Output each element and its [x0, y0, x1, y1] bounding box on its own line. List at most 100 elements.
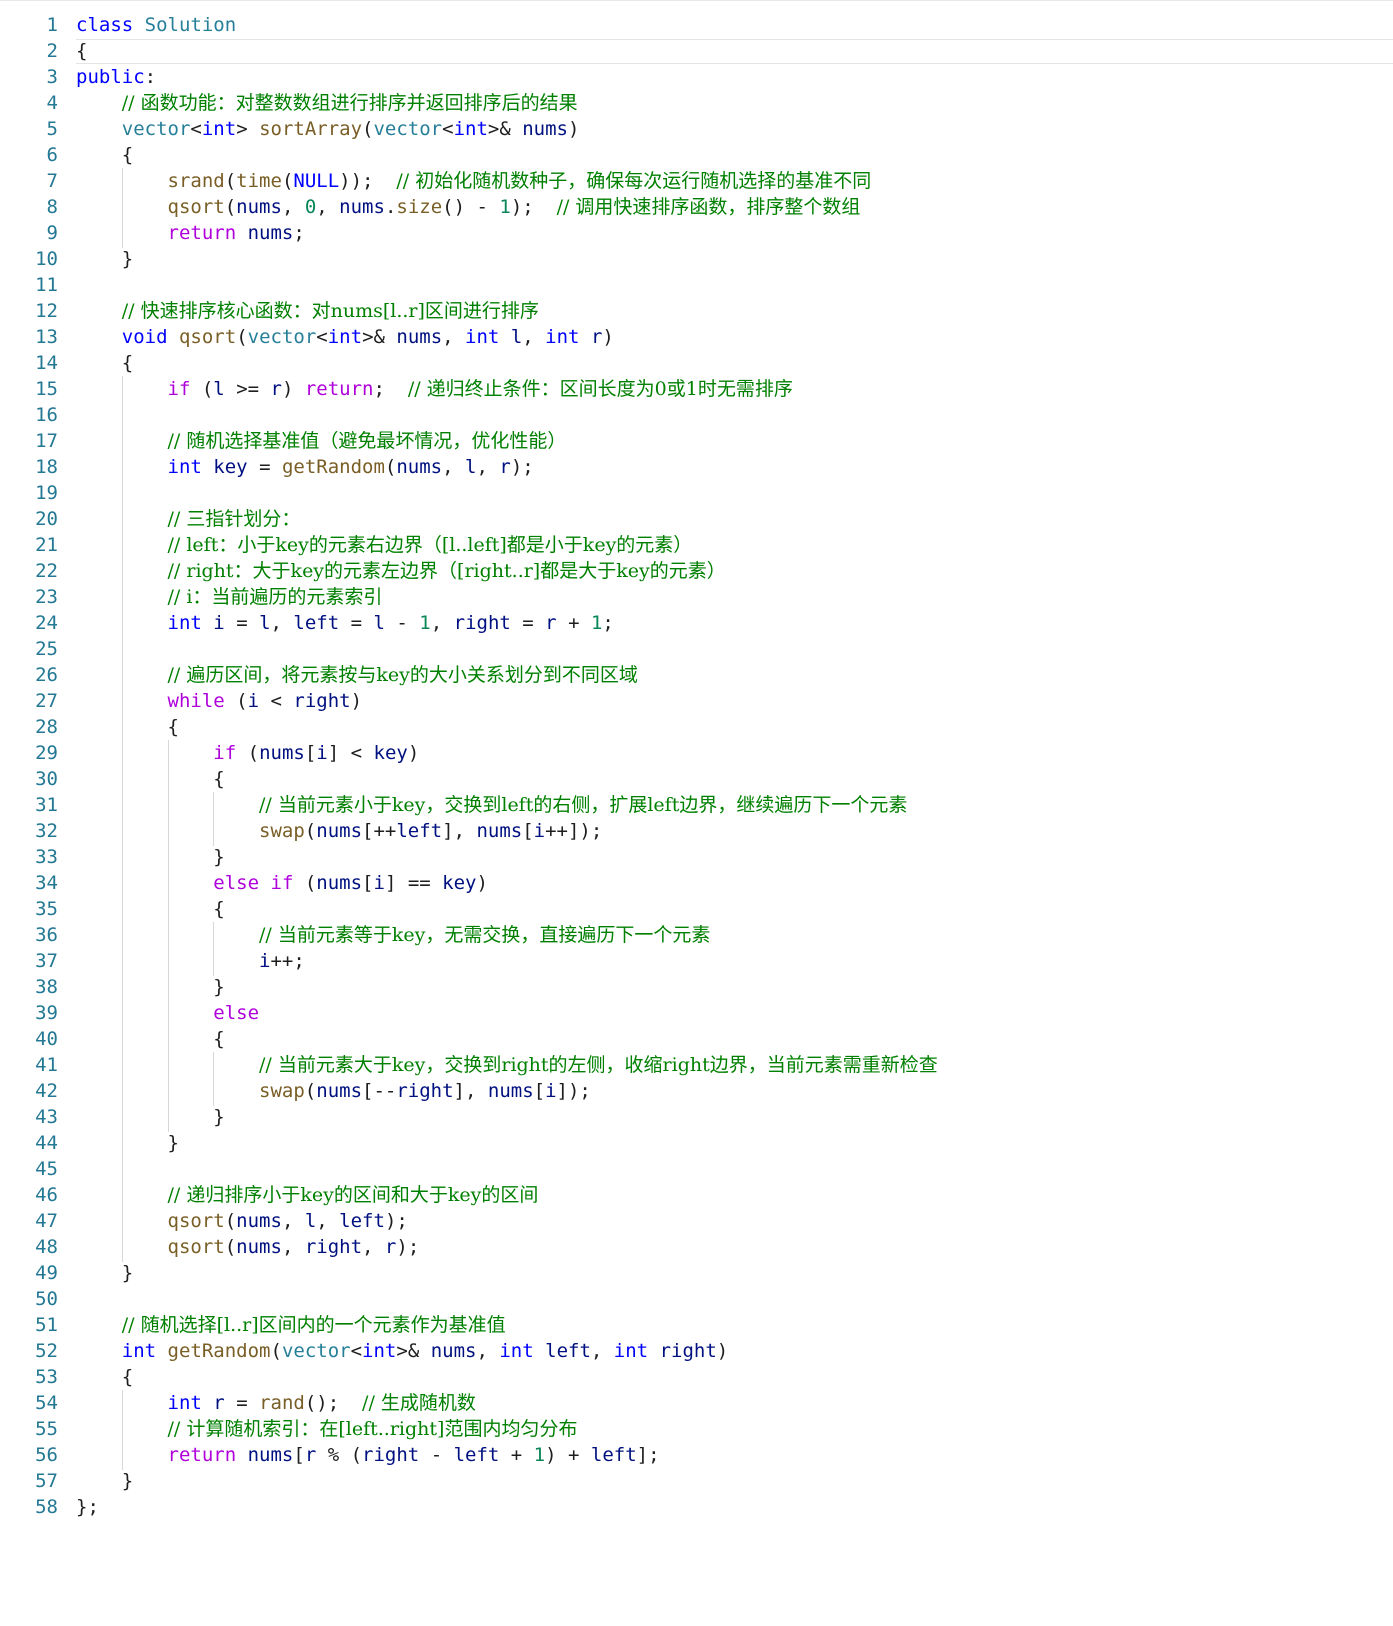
- keyword-token: public: [76, 66, 145, 88]
- code-line[interactable]: 16: [0, 402, 1393, 429]
- code-line[interactable]: 14 {: [0, 350, 1393, 377]
- code-line[interactable]: 2{: [0, 38, 1393, 65]
- code-line[interactable]: 9 return nums;: [0, 220, 1393, 247]
- code-line[interactable]: 44 }: [0, 1130, 1393, 1157]
- code-line[interactable]: 21 // left：小于key的元素右边界（[l..left]都是小于key的…: [0, 532, 1393, 559]
- code-line[interactable]: 43 }: [0, 1104, 1393, 1131]
- code-line[interactable]: 8 qsort(nums, 0, nums.size() - 1); // 调用…: [0, 194, 1393, 221]
- punctuation-token: [76, 300, 122, 322]
- line-number: 38: [35, 976, 58, 998]
- punctuation-token: ();: [304, 1392, 363, 1414]
- punctuation-token: =: [510, 612, 546, 634]
- code-line[interactable]: 19: [0, 480, 1393, 507]
- code-line[interactable]: 41 // 当前元素大于key，交换到right的左侧，收缩right边界，当前…: [0, 1052, 1393, 1079]
- code-line[interactable]: 3 public:: [0, 64, 1393, 91]
- punctuation-token: ,: [281, 1236, 305, 1258]
- code-line[interactable]: 27 while (i < right): [0, 688, 1393, 715]
- code-line[interactable]: 52 int getRandom(vector<int>& nums, int …: [0, 1338, 1393, 1365]
- code-line[interactable]: 23 // i：当前遍历的元素索引: [0, 584, 1393, 611]
- code-line[interactable]: 17 // 随机选择基准值（避免最坏情况，优化性能）: [0, 428, 1393, 455]
- punctuation-token: ,: [430, 612, 454, 634]
- punctuation-token: [76, 586, 168, 608]
- code-line[interactable]: 4 // 函数功能：对整数数组进行排序并返回排序后的结果: [0, 90, 1393, 117]
- code-line[interactable]: 45: [0, 1156, 1393, 1183]
- punctuation-token: [259, 872, 270, 894]
- code-line[interactable]: 31 // 当前元素小于key，交换到left的右侧，扩展left边界，继续遍历…: [0, 792, 1393, 819]
- code-line[interactable]: 24 int i = l, left = l - 1, right = r + …: [0, 610, 1393, 637]
- punctuation-token: ));: [339, 170, 397, 192]
- code-line[interactable]: 11: [0, 272, 1393, 299]
- code-line[interactable]: 54 int r = rand(); // 生成随机数: [0, 1390, 1393, 1417]
- code-line[interactable]: 38 }: [0, 974, 1393, 1001]
- code-line[interactable]: 48 qsort(nums, right, r);: [0, 1234, 1393, 1261]
- line-number: 12: [35, 300, 58, 322]
- line-number: 40: [35, 1028, 58, 1050]
- line-number: 4: [46, 92, 58, 114]
- code-line[interactable]: 35 {: [0, 896, 1393, 923]
- code-line[interactable]: 58};: [0, 1494, 1393, 1521]
- line-number: 48: [35, 1236, 58, 1258]
- code-line[interactable]: 30 {: [0, 766, 1393, 793]
- code-line[interactable]: 51 // 随机选择[l..r]区间内的一个元素作为基准值: [0, 1312, 1393, 1339]
- punctuation-token: [76, 326, 122, 348]
- code-line[interactable]: 46 // 递归排序小于key的区间和大于key的区间: [0, 1182, 1393, 1209]
- punctuation-token: ): [568, 118, 580, 140]
- code-text: // 递归排序小于key的区间和大于key的区间: [76, 1182, 539, 1209]
- identifier-token: nums: [316, 820, 363, 842]
- punctuation-token: [76, 664, 168, 686]
- line-number: 41: [35, 1054, 58, 1076]
- code-line[interactable]: 42 swap(nums[--right], nums[i]);: [0, 1078, 1393, 1105]
- line-number: 6: [46, 144, 58, 166]
- code-line[interactable]: 55 // 计算随机索引：在[left..right]范围内均匀分布: [0, 1416, 1393, 1443]
- code-line[interactable]: 20 // 三指针划分：: [0, 506, 1393, 533]
- code-line[interactable]: 18 int key = getRandom(nums, l, r);: [0, 454, 1393, 481]
- line-number: 44: [35, 1132, 58, 1154]
- code-editor[interactable]: 1 class Solution 2{3 public: 4 // 函数功能：对整数数组…: [0, 0, 1393, 1626]
- code-line[interactable]: 36 // 当前元素等于key，无需交换，直接遍历下一个元素: [0, 922, 1393, 949]
- code-line[interactable]: 5 vector<int> sortArray(vector<int>& num…: [0, 116, 1393, 143]
- code-line[interactable]: 49 }: [0, 1260, 1393, 1287]
- punctuation-token: +: [556, 612, 591, 634]
- code-line[interactable]: 26 // 遍历区间，将元素按与key的大小关系划分到不同区域: [0, 662, 1393, 689]
- code-line[interactable]: 7 srand(time(NULL)); // 初始化随机数种子，确保每次运行随…: [0, 168, 1393, 195]
- code-line[interactable]: 28 {: [0, 714, 1393, 741]
- control-keyword-token: if: [270, 872, 294, 894]
- identifier-token: nums: [396, 456, 443, 478]
- code-line[interactable]: 6 {: [0, 142, 1393, 169]
- code-line[interactable]: 53 {: [0, 1364, 1393, 1391]
- code-line[interactable]: 40 {: [0, 1026, 1393, 1053]
- code-line[interactable]: 1 class Solution: [0, 12, 1393, 39]
- code-line[interactable]: 12 // 快速排序核心函数：对nums[l..r]区间进行排序: [0, 298, 1393, 325]
- code-line[interactable]: 25: [0, 636, 1393, 663]
- code-line[interactable]: 50: [0, 1286, 1393, 1313]
- punctuation-token: [--: [362, 1080, 397, 1102]
- code-line[interactable]: 32 swap(nums[++left], nums[i++]);: [0, 818, 1393, 845]
- identifier-token: nums: [396, 326, 443, 348]
- code-text: // 随机选择[l..r]区间内的一个元素作为基准值: [76, 1312, 506, 1339]
- code-text: public:: [76, 64, 156, 91]
- code-line[interactable]: 37 i++;: [0, 948, 1393, 975]
- code-text: }: [76, 1130, 179, 1157]
- code-line[interactable]: 34 else if (nums[i] == key): [0, 870, 1393, 897]
- punctuation-token: );: [384, 1210, 408, 1232]
- code-line[interactable]: 22 // right：大于key的元素左边界（[right..r]都是大于ke…: [0, 558, 1393, 585]
- code-line[interactable]: 33 }: [0, 844, 1393, 871]
- code-line[interactable]: 47 qsort(nums, l, left);: [0, 1208, 1393, 1235]
- line-number: 21: [35, 534, 58, 556]
- punctuation-token: >&: [396, 1340, 431, 1362]
- identifier-token: r: [545, 612, 557, 634]
- code-line[interactable]: 13 void qsort(vector<int>& nums, int l, …: [0, 324, 1393, 351]
- code-line[interactable]: 57 }: [0, 1468, 1393, 1495]
- identifier-token: r: [384, 1236, 397, 1258]
- code-text: // 当前元素小于key，交换到left的右侧，扩展left边界，继续遍历下一个…: [76, 792, 907, 819]
- punctuation-token: [76, 1392, 168, 1414]
- code-line[interactable]: 15 if (l >= r) return; // 递归终止条件：区间长度为0或…: [0, 376, 1393, 403]
- code-line[interactable]: 39 else: [0, 1000, 1393, 1027]
- code-line[interactable]: 56 return nums[r % (right - left + 1) + …: [0, 1442, 1393, 1469]
- code-text: // 遍历区间，将元素按与key的大小关系划分到不同区域: [76, 662, 638, 689]
- identifier-token: right: [396, 1080, 454, 1102]
- code-line[interactable]: 29 if (nums[i] < key): [0, 740, 1393, 767]
- line-number: 46: [35, 1184, 58, 1206]
- punctuation-token: [76, 508, 168, 530]
- code-line[interactable]: 10 }: [0, 246, 1393, 273]
